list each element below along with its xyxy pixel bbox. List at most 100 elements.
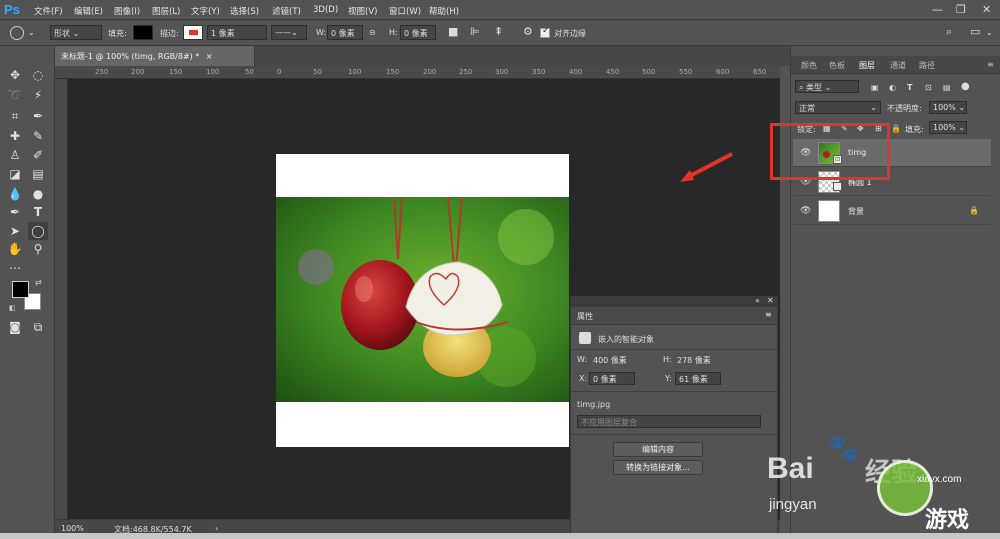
document-tab[interactable]: 未标题-1 @ 100% (timg, RGB/8#) * × xyxy=(55,46,255,66)
eyedropper-tool-icon[interactable]: ✒ xyxy=(28,107,48,125)
gear-icon[interactable]: ⚙ xyxy=(523,25,533,38)
layer-fill-input[interactable]: 100% ⌄ xyxy=(929,121,967,134)
gradient-tool-icon[interactable]: ▤ xyxy=(28,165,48,183)
hand-tool-icon[interactable]: ✋ xyxy=(5,240,25,258)
filter-adjustment-icon[interactable]: ◐ xyxy=(889,83,896,92)
menu-select[interactable]: 选择(S) xyxy=(230,5,259,17)
tab-paths[interactable]: 路径 xyxy=(919,60,935,71)
ruler-mark: 250 xyxy=(95,68,109,76)
workspace-icon[interactable]: ▭ xyxy=(970,25,980,38)
layer-comp-placeholder: 不应用图层复合 xyxy=(581,418,637,427)
filter-shape-icon[interactable]: ⊡ xyxy=(925,83,932,92)
path-align-icon[interactable]: ⊫ xyxy=(470,25,480,38)
apple-jar-photo-image xyxy=(276,197,569,402)
magic-wand-tool-icon[interactable]: ⚡ xyxy=(28,86,48,104)
stroke-type-select[interactable]: ——⌄ xyxy=(271,25,307,40)
prop-x-input[interactable]: 0 像素 xyxy=(589,372,635,385)
pen-tool-icon[interactable]: ✒ xyxy=(5,203,25,221)
path-arrange-icon[interactable]: ⇞ xyxy=(494,25,503,38)
menu-file[interactable]: 文件(F) xyxy=(34,5,63,17)
tab-channels[interactable]: 通道 xyxy=(890,60,906,71)
menu-layer[interactable]: 图层(L) xyxy=(152,5,180,17)
height-label: H: xyxy=(389,28,398,37)
brush-tool-icon[interactable]: ✎ xyxy=(28,127,48,145)
type-tool-icon[interactable]: T xyxy=(28,203,48,221)
default-colors-icon[interactable]: ◧ xyxy=(9,304,16,312)
search-icon[interactable]: ⌕ xyxy=(946,25,952,39)
toolbox: ✥ ◌ ➰ ⚡ ⌗ ✒ ✚ ✎ ♙ ✐ ◪ ▤ 💧 ● ✒ T ➤ ◯ ✋ ⚲ … xyxy=(0,46,55,539)
edit-contents-button[interactable]: 编辑内容 xyxy=(613,442,703,457)
workspace-chevron-icon[interactable]: ⌄ xyxy=(986,28,993,37)
tab-color[interactable]: 颜色 xyxy=(801,60,817,71)
path-ops-icon[interactable]: ■ xyxy=(448,25,458,38)
eraser-tool-icon[interactable]: ◪ xyxy=(5,165,25,183)
status-menu-icon[interactable]: › xyxy=(215,524,218,533)
healing-brush-tool-icon[interactable]: ✚ xyxy=(5,127,25,145)
filter-type-icon[interactable]: T xyxy=(907,83,912,92)
fill-swatch[interactable] xyxy=(133,25,153,40)
prop-y-input[interactable]: 61 像素 xyxy=(675,372,721,385)
menu-window[interactable]: 窗口(W) xyxy=(389,5,421,17)
blur-tool-icon[interactable]: 💧 xyxy=(5,185,25,203)
zoom-level[interactable]: 100% xyxy=(61,524,84,533)
filter-pixel-icon[interactable]: ▣ xyxy=(871,83,879,92)
collapse-icon[interactable]: « xyxy=(755,296,760,305)
lasso-tool-icon[interactable]: ➰ xyxy=(5,86,25,104)
opacity-input[interactable]: 100% ⌄ xyxy=(929,101,967,114)
menu-view[interactable]: 视图(V) xyxy=(348,5,377,17)
tool-mode-select[interactable]: 形状 ⌄ xyxy=(50,25,102,40)
close-panel-icon[interactable]: ✕ xyxy=(767,296,774,305)
convert-to-linked-button[interactable]: 转换为链接对象... xyxy=(613,460,703,475)
restore-icon[interactable]: ❐ xyxy=(956,3,966,16)
minimize-icon[interactable]: — xyxy=(932,3,943,16)
stroke-swatch[interactable] xyxy=(183,25,203,40)
width-input[interactable]: 0 像素 xyxy=(327,25,363,40)
history-brush-tool-icon[interactable]: ✐ xyxy=(28,146,48,164)
link-icon[interactable]: ⊝ xyxy=(369,28,376,37)
screen-mode-icon[interactable]: ⧉ xyxy=(28,318,48,336)
layer-name[interactable]: 背景 xyxy=(848,206,864,217)
swap-colors-icon[interactable]: ⇄ xyxy=(35,278,42,287)
marquee-tool-icon[interactable]: ◌ xyxy=(28,66,48,84)
menu-3d[interactable]: 3D(D) xyxy=(313,5,338,15)
dodge-tool-icon[interactable]: ● xyxy=(28,185,48,203)
close-icon[interactable]: ✕ xyxy=(982,3,991,16)
menu-filter[interactable]: 滤镜(T) xyxy=(272,5,301,17)
layer-comp-select[interactable]: 不应用图层复合 xyxy=(577,415,761,428)
path-selection-tool-icon[interactable]: ➤ xyxy=(5,222,25,240)
height-input[interactable]: 0 像素 xyxy=(400,25,436,40)
menu-help[interactable]: 帮助(H) xyxy=(429,5,459,17)
close-tab-icon[interactable]: × xyxy=(206,52,213,61)
filter-toggle-icon[interactable]: ● xyxy=(961,81,970,92)
zoom-tool-icon[interactable]: ⚲ xyxy=(28,240,48,258)
stroke-width-input[interactable]: 1 像素 xyxy=(207,25,267,40)
menu-type[interactable]: 文字(Y) xyxy=(191,5,220,17)
ellipse-tool-icon[interactable] xyxy=(10,26,24,40)
quick-mask-icon[interactable]: ◙ xyxy=(5,318,25,336)
menu-image[interactable]: 图像(I) xyxy=(114,5,140,17)
chevron-down-icon[interactable]: ⌄ xyxy=(28,28,35,37)
move-tool-icon[interactable]: ✥ xyxy=(5,66,25,84)
lock-all-icon[interactable]: 🔒 xyxy=(891,124,901,133)
opacity-value: 100% xyxy=(933,103,956,112)
align-edges-checkbox[interactable]: ✓ xyxy=(540,26,550,38)
ellipse-shape-tool-icon[interactable]: ◯ xyxy=(28,222,48,240)
filter-smart-object-icon[interactable]: ▤ xyxy=(943,83,951,92)
panel-menu-icon[interactable]: ≡ xyxy=(765,310,772,319)
ruler-top: 250 200 150 100 50 0 50 100 150 200 250 … xyxy=(55,66,780,79)
panel-menu-icon[interactable]: ≡ xyxy=(987,60,994,69)
more-tools-icon[interactable]: ⋯ xyxy=(5,259,25,277)
tab-layers[interactable]: 图层 xyxy=(859,60,875,71)
smart-object-photo[interactable] xyxy=(276,197,569,402)
blend-mode-select[interactable]: 正常 ⌄ xyxy=(795,101,881,114)
layer-row-background[interactable]: 👁 背景 🔒 xyxy=(793,197,991,225)
clone-stamp-tool-icon[interactable]: ♙ xyxy=(5,146,25,164)
layer-filter-select[interactable]: ⌕ 类型 ⌄ xyxy=(795,80,859,93)
ruler-mark: 650 xyxy=(753,68,767,76)
ruler-mark: 300 xyxy=(495,68,509,76)
tab-swatches[interactable]: 色板 xyxy=(829,60,845,71)
foreground-color-swatch[interactable] xyxy=(12,281,29,298)
visibility-eye-icon[interactable]: 👁 xyxy=(800,206,811,216)
menu-edit[interactable]: 编辑(E) xyxy=(74,5,103,17)
crop-tool-icon[interactable]: ⌗ xyxy=(5,107,25,125)
